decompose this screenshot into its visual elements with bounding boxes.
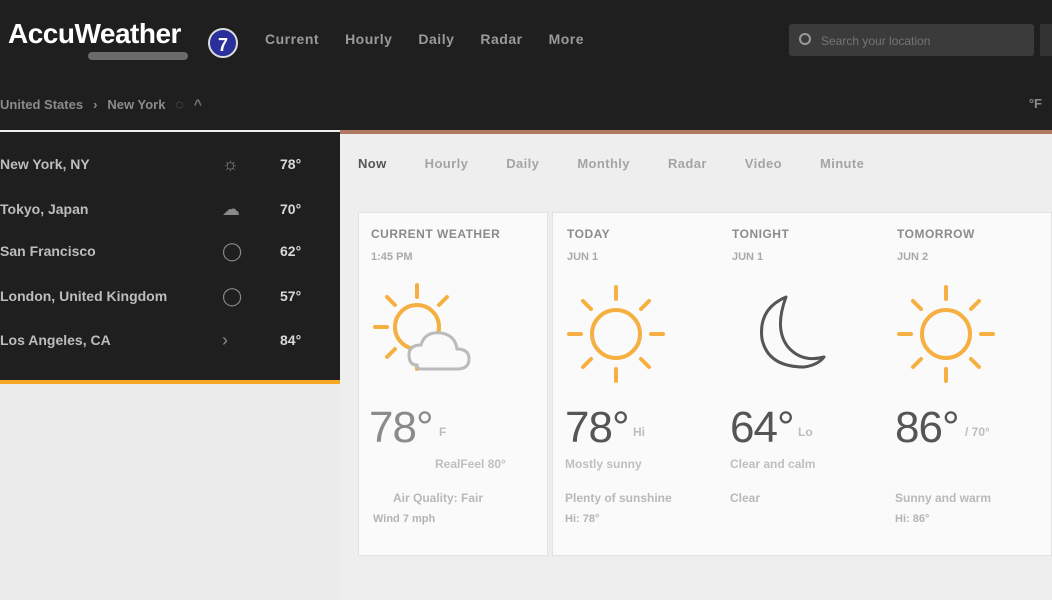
forecast-temperature: 78°: [565, 403, 630, 452]
recent-location-temp: 84°: [280, 332, 302, 348]
forecast-panel: Now Hourly Daily Monthly Radar Video Min…: [340, 130, 1052, 600]
forecast-days-card: TODAY JUN 1 78° Hi Mostly sunny Plenty o…: [552, 212, 1052, 556]
forecast-temp-unit: / 70°: [965, 425, 990, 439]
recent-location-city: New York, NY: [0, 156, 90, 172]
recent-location-city: Los Angeles, CA: [0, 332, 111, 348]
current-weather-card[interactable]: CURRENT WEATHER 1:45 PM 78° F RealFeel 8…: [358, 212, 548, 556]
tab-now[interactable]: Now: [358, 156, 387, 171]
cloud-icon: ◯: [222, 241, 243, 261]
forecast-date: JUN 2: [897, 251, 929, 263]
current-label: CURRENT WEATHER: [371, 227, 501, 241]
top-bar: AccuWeather 7 Current Hourly Daily Radar…: [0, 0, 1052, 130]
recent-location-city: San Francisco: [0, 243, 96, 259]
location-icon[interactable]: ◌: [175, 96, 183, 112]
search-box[interactable]: [789, 24, 1034, 56]
forecast-day-today[interactable]: TODAY JUN 1 78° Hi Mostly sunny Plenty o…: [553, 213, 718, 557]
recent-location-row[interactable]: Los Angeles, CA › 84°: [0, 326, 320, 356]
recent-location-row[interactable]: London, United Kingdom ◯ 57°: [0, 282, 320, 312]
forecast-day-tomorrow[interactable]: TOMORROW JUN 2 86° / 70° Sunny and warm: [883, 213, 1052, 557]
nav-item-hourly[interactable]: Hourly: [345, 31, 392, 47]
nav-item-radar[interactable]: Radar: [480, 31, 522, 47]
recent-locations-panel: New York, NY ☼ 78° Tokyo, Japan ☁ 70° Sa…: [0, 132, 340, 384]
cloudy-icon: ☁: [222, 199, 240, 219]
forecast-date: JUN 1: [732, 251, 764, 263]
forecast-extra: Hi: 86°: [895, 513, 930, 525]
search-icon[interactable]: [799, 33, 811, 45]
forecast-temperature: 64°: [730, 403, 795, 452]
forecast-detail: Clear: [730, 491, 761, 505]
sun-icon: [897, 285, 995, 383]
cloud-icon: ◯: [222, 286, 243, 306]
forecast-label: TONIGHT: [732, 227, 790, 241]
unit-selector[interactable]: °F: [1029, 96, 1042, 111]
current-temp-unit: F: [439, 425, 447, 439]
moon-icon: [760, 295, 826, 369]
chevron-right-icon: ›: [93, 96, 98, 112]
nav-item-more[interactable]: More: [549, 31, 584, 47]
partly-sunny-icon: [373, 283, 471, 371]
notification-badge[interactable]: 7: [208, 28, 238, 58]
recent-location-row[interactable]: New York, NY ☼ 78°: [0, 150, 320, 180]
clear-icon: ›: [222, 330, 228, 350]
forecast-tabs: Now Hourly Daily Monthly Radar Video Min…: [358, 156, 864, 171]
forecast-extra: Hi: 78°: [565, 513, 600, 525]
logo-tagline: [88, 52, 188, 60]
forecast-temp-unit: Lo: [798, 425, 813, 439]
tab-hourly[interactable]: Hourly: [425, 156, 469, 171]
current-realfeel: RealFeel 80°: [435, 457, 506, 471]
current-wind: Wind 7 mph: [373, 513, 436, 525]
chevron-up-icon[interactable]: ^: [194, 96, 202, 112]
tab-minute[interactable]: Minute: [820, 156, 864, 171]
main-nav: Current Hourly Daily Radar More: [265, 31, 584, 47]
forecast-description: Mostly sunny: [565, 457, 642, 471]
recent-location-temp: 78°: [280, 156, 302, 172]
forecast-date: JUN 1: [567, 251, 599, 263]
forecast-description: Clear and calm: [730, 457, 816, 471]
forecast-detail: Plenty of sunshine: [565, 491, 672, 505]
recent-location-city: London, United Kingdom: [0, 288, 168, 304]
breadcrumb-country[interactable]: United States: [0, 97, 83, 112]
forecast-label: TODAY: [567, 227, 611, 241]
nav-item-daily[interactable]: Daily: [418, 31, 454, 47]
current-time: 1:45 PM: [371, 251, 413, 263]
current-temperature: 78°: [369, 403, 434, 452]
tab-daily[interactable]: Daily: [506, 156, 539, 171]
forecast-temp-unit: Hi: [633, 425, 645, 439]
partly-cloudy-icon: ☼: [222, 154, 239, 174]
recent-location-row[interactable]: Tokyo, Japan ☁ 70°: [0, 195, 320, 225]
current-air-quality: Air Quality: Fair: [393, 491, 484, 505]
sun-icon: [567, 285, 665, 383]
recent-location-temp: 57°: [280, 288, 302, 304]
recent-location-row[interactable]: San Francisco ◯ 62°: [0, 237, 320, 267]
recent-location-temp: 62°: [280, 243, 302, 259]
search-button[interactable]: [1040, 24, 1052, 56]
tab-monthly[interactable]: Monthly: [577, 156, 630, 171]
breadcrumb: United States › New York ◌ ^: [0, 96, 202, 112]
current-weather-cell: CURRENT WEATHER 1:45 PM 78° F RealFeel 8…: [359, 213, 549, 557]
forecast-label: TOMORROW: [897, 227, 975, 241]
forecast-temperature: 86°: [895, 403, 960, 452]
breadcrumb-region[interactable]: New York: [107, 97, 165, 112]
search-input[interactable]: [819, 30, 1023, 52]
tab-radar[interactable]: Radar: [668, 156, 707, 171]
forecast-detail: Sunny and warm: [895, 491, 992, 505]
tab-video[interactable]: Video: [745, 156, 782, 171]
nav-item-current[interactable]: Current: [265, 31, 319, 47]
recent-location-temp: 70°: [280, 201, 302, 217]
recent-location-city: Tokyo, Japan: [0, 201, 89, 217]
logo[interactable]: AccuWeather: [8, 18, 181, 50]
forecast-day-tonight[interactable]: TONIGHT JUN 1 64° Lo Clear and calm Clea…: [718, 213, 883, 557]
